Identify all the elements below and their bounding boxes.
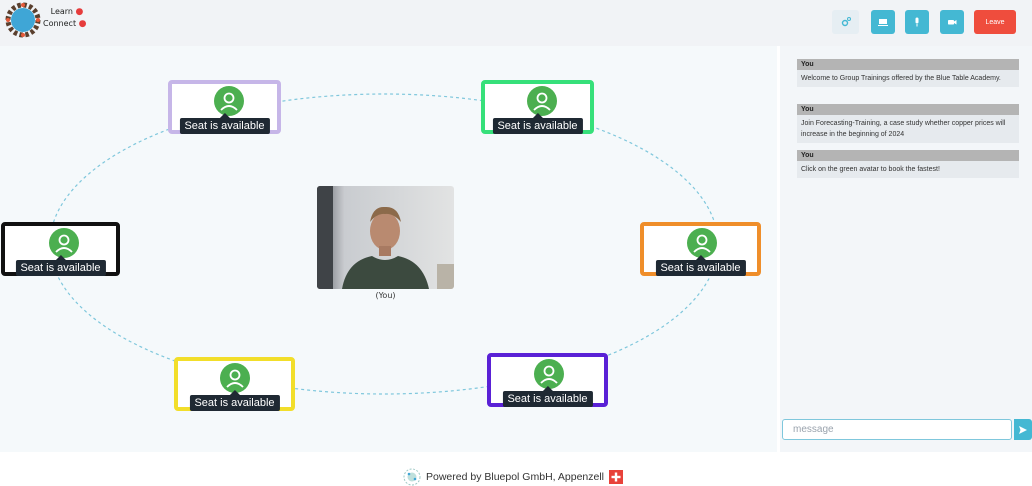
chat-message: You Welcome to Group Trainings offered b… <box>797 59 1019 87</box>
seat-status-label: Seat is available <box>655 255 746 276</box>
screen-share-button[interactable] <box>871 10 895 34</box>
chat-message-text: Welcome to Group Trainings offered by th… <box>797 70 1019 87</box>
seat-5[interactable]: Seat is available <box>174 357 295 411</box>
self-video-label: (You) <box>375 291 396 300</box>
chat-message-author: You <box>797 104 1019 115</box>
top-bar: Learn ● Connect ● Leave <box>0 0 1032 46</box>
brand-line-1: Learn <box>50 7 73 16</box>
avatar-icon <box>220 363 250 393</box>
brand-line-2: Connect <box>43 19 77 28</box>
bluepol-logo-icon <box>403 468 421 486</box>
avatar-icon <box>49 228 79 258</box>
brand-name: Learn ● Connect ● <box>43 7 87 29</box>
chat-message: You Join Forecasting-Training, a case st… <box>797 104 1019 143</box>
settings-icon <box>841 17 851 27</box>
send-icon <box>1019 425 1027 434</box>
learn-connect-logo <box>5 2 41 38</box>
seat-status-label: Seat is available <box>189 390 280 411</box>
seat-1[interactable]: Seat is available <box>168 80 281 134</box>
self-video <box>317 186 454 289</box>
seat-status-label: Seat is available <box>492 113 583 134</box>
training-room-stage: Seat is available Seat is available Seat… <box>0 46 777 452</box>
seat-2[interactable]: Seat is available <box>481 80 594 134</box>
seat-6[interactable]: Seat is available <box>487 353 608 407</box>
footer: Powered by Bluepol GmbH, Appenzell <box>0 452 1032 486</box>
microphone-icon <box>915 17 919 27</box>
swiss-flag-icon <box>609 470 624 484</box>
chat-message-author: You <box>797 59 1019 70</box>
powered-by-text: Powered by Bluepol GmbH, Appenzell <box>426 471 605 483</box>
seat-status-label: Seat is available <box>502 386 593 407</box>
seat-status-label: Seat is available <box>15 255 106 276</box>
chat-message-input[interactable] <box>782 419 1012 440</box>
seat-3[interactable]: Seat is available <box>1 222 120 276</box>
chat-message-author: You <box>797 150 1019 161</box>
avatar-icon <box>687 228 717 258</box>
camera-icon <box>948 20 957 25</box>
microphone-button[interactable] <box>905 10 929 34</box>
chat-message-text: Join Forecasting-Training, a case study … <box>797 115 1019 143</box>
avatar-icon <box>214 86 244 116</box>
camera-button[interactable] <box>940 10 964 34</box>
seat-4[interactable]: Seat is available <box>640 222 761 276</box>
chat-panel: You Welcome to Group Trainings offered b… <box>780 46 1032 452</box>
powered-by: Powered by Bluepol GmbH, Appenzell <box>403 468 624 486</box>
leave-button[interactable]: Leave <box>974 10 1016 34</box>
chat-message: You Click on the green avatar to book th… <box>797 150 1019 178</box>
seat-status-label: Seat is available <box>179 113 270 134</box>
chat-message-text: Click on the green avatar to book the fa… <box>797 161 1019 178</box>
avatar-icon <box>527 86 557 116</box>
avatar-icon <box>534 359 564 389</box>
screen-share-icon <box>878 19 888 26</box>
settings-button[interactable] <box>832 10 859 34</box>
send-button[interactable] <box>1014 419 1032 440</box>
